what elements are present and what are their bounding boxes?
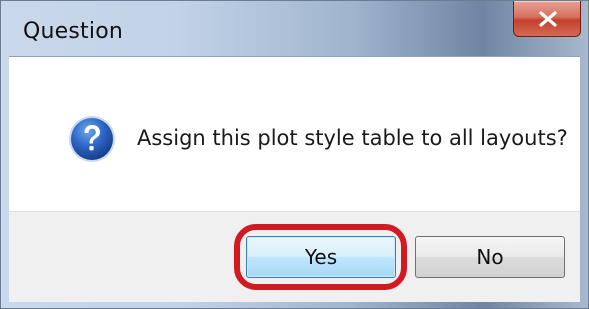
close-icon xyxy=(539,11,557,27)
dialog-content: Assign this plot style table to all layo… xyxy=(9,56,580,302)
close-button[interactable] xyxy=(513,1,581,37)
title-bar[interactable]: Question xyxy=(1,1,588,56)
question-icon xyxy=(69,116,115,162)
dialog-window: Question Assign this plot style table to… xyxy=(0,0,589,309)
yes-button-label: Yes xyxy=(304,245,338,269)
message-area: Assign this plot style table to all layo… xyxy=(9,57,580,211)
message-text: Assign this plot style table to all layo… xyxy=(137,126,568,150)
no-button-label: No xyxy=(476,245,504,269)
window-title: Question xyxy=(23,19,123,44)
yes-button[interactable]: Yes xyxy=(246,236,396,278)
button-bar: Yes No xyxy=(9,211,580,302)
no-button[interactable]: No xyxy=(415,236,565,278)
